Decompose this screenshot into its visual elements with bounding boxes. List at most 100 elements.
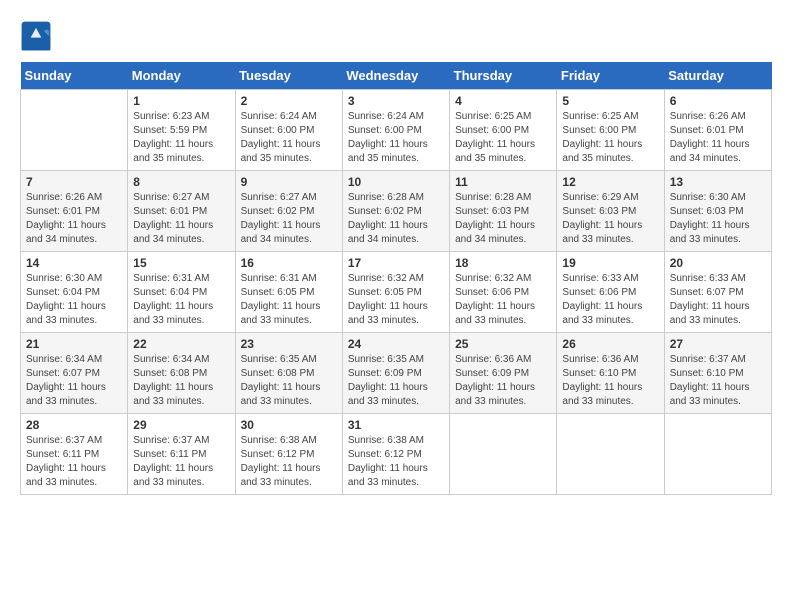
calendar-cell xyxy=(450,414,557,495)
day-info: Sunrise: 6:32 AMSunset: 6:05 PMDaylight:… xyxy=(348,272,444,328)
day-number: 30 xyxy=(241,418,337,432)
day-number: 18 xyxy=(455,256,551,270)
day-info: Sunrise: 6:25 AMSunset: 6:00 PMDaylight:… xyxy=(455,110,551,166)
day-info: Sunrise: 6:38 AMSunset: 6:12 PMDaylight:… xyxy=(348,434,444,490)
weekday-thursday: Thursday xyxy=(450,62,557,90)
logo-icon xyxy=(20,20,52,52)
calendar-cell: 3 Sunrise: 6:24 AMSunset: 6:00 PMDayligh… xyxy=(342,90,449,171)
calendar-cell: 17 Sunrise: 6:32 AMSunset: 6:05 PMDaylig… xyxy=(342,252,449,333)
day-info: Sunrise: 6:30 AMSunset: 6:03 PMDaylight:… xyxy=(670,191,766,247)
day-info: Sunrise: 6:26 AMSunset: 6:01 PMDaylight:… xyxy=(26,191,122,247)
calendar-cell: 24 Sunrise: 6:35 AMSunset: 6:09 PMDaylig… xyxy=(342,333,449,414)
day-info: Sunrise: 6:36 AMSunset: 6:10 PMDaylight:… xyxy=(562,353,658,409)
day-number: 11 xyxy=(455,175,551,189)
calendar-cell: 21 Sunrise: 6:34 AMSunset: 6:07 PMDaylig… xyxy=(21,333,128,414)
calendar-cell: 4 Sunrise: 6:25 AMSunset: 6:00 PMDayligh… xyxy=(450,90,557,171)
day-number: 16 xyxy=(241,256,337,270)
calendar-cell: 16 Sunrise: 6:31 AMSunset: 6:05 PMDaylig… xyxy=(235,252,342,333)
day-info: Sunrise: 6:27 AMSunset: 6:02 PMDaylight:… xyxy=(241,191,337,247)
day-number: 31 xyxy=(348,418,444,432)
day-number: 26 xyxy=(562,337,658,351)
calendar-cell: 6 Sunrise: 6:26 AMSunset: 6:01 PMDayligh… xyxy=(664,90,771,171)
logo xyxy=(20,20,58,52)
day-number: 2 xyxy=(241,94,337,108)
day-number: 10 xyxy=(348,175,444,189)
calendar-cell: 26 Sunrise: 6:36 AMSunset: 6:10 PMDaylig… xyxy=(557,333,664,414)
calendar-cell: 5 Sunrise: 6:25 AMSunset: 6:00 PMDayligh… xyxy=(557,90,664,171)
day-number: 28 xyxy=(26,418,122,432)
day-number: 3 xyxy=(348,94,444,108)
calendar-cell: 13 Sunrise: 6:30 AMSunset: 6:03 PMDaylig… xyxy=(664,171,771,252)
day-info: Sunrise: 6:31 AMSunset: 6:05 PMDaylight:… xyxy=(241,272,337,328)
calendar-cell: 22 Sunrise: 6:34 AMSunset: 6:08 PMDaylig… xyxy=(128,333,235,414)
day-info: Sunrise: 6:36 AMSunset: 6:09 PMDaylight:… xyxy=(455,353,551,409)
day-info: Sunrise: 6:34 AMSunset: 6:08 PMDaylight:… xyxy=(133,353,229,409)
calendar-week-3: 14 Sunrise: 6:30 AMSunset: 6:04 PMDaylig… xyxy=(21,252,772,333)
weekday-tuesday: Tuesday xyxy=(235,62,342,90)
day-info: Sunrise: 6:25 AMSunset: 6:00 PMDaylight:… xyxy=(562,110,658,166)
calendar-cell: 20 Sunrise: 6:33 AMSunset: 6:07 PMDaylig… xyxy=(664,252,771,333)
weekday-sunday: Sunday xyxy=(21,62,128,90)
day-number: 19 xyxy=(562,256,658,270)
day-number: 4 xyxy=(455,94,551,108)
day-info: Sunrise: 6:34 AMSunset: 6:07 PMDaylight:… xyxy=(26,353,122,409)
day-number: 5 xyxy=(562,94,658,108)
calendar-cell xyxy=(21,90,128,171)
day-info: Sunrise: 6:37 AMSunset: 6:10 PMDaylight:… xyxy=(670,353,766,409)
day-number: 29 xyxy=(133,418,229,432)
weekday-saturday: Saturday xyxy=(664,62,771,90)
day-info: Sunrise: 6:23 AMSunset: 5:59 PMDaylight:… xyxy=(133,110,229,166)
calendar-week-4: 21 Sunrise: 6:34 AMSunset: 6:07 PMDaylig… xyxy=(21,333,772,414)
day-info: Sunrise: 6:35 AMSunset: 6:08 PMDaylight:… xyxy=(241,353,337,409)
day-number: 13 xyxy=(670,175,766,189)
calendar-week-5: 28 Sunrise: 6:37 AMSunset: 6:11 PMDaylig… xyxy=(21,414,772,495)
weekday-monday: Monday xyxy=(128,62,235,90)
calendar-cell: 18 Sunrise: 6:32 AMSunset: 6:06 PMDaylig… xyxy=(450,252,557,333)
day-info: Sunrise: 6:24 AMSunset: 6:00 PMDaylight:… xyxy=(348,110,444,166)
day-number: 9 xyxy=(241,175,337,189)
day-number: 8 xyxy=(133,175,229,189)
day-info: Sunrise: 6:37 AMSunset: 6:11 PMDaylight:… xyxy=(26,434,122,490)
day-info: Sunrise: 6:26 AMSunset: 6:01 PMDaylight:… xyxy=(670,110,766,166)
day-number: 20 xyxy=(670,256,766,270)
calendar-cell: 7 Sunrise: 6:26 AMSunset: 6:01 PMDayligh… xyxy=(21,171,128,252)
calendar-cell: 10 Sunrise: 6:28 AMSunset: 6:02 PMDaylig… xyxy=(342,171,449,252)
day-info: Sunrise: 6:38 AMSunset: 6:12 PMDaylight:… xyxy=(241,434,337,490)
day-number: 24 xyxy=(348,337,444,351)
day-number: 14 xyxy=(26,256,122,270)
day-number: 23 xyxy=(241,337,337,351)
day-info: Sunrise: 6:30 AMSunset: 6:04 PMDaylight:… xyxy=(26,272,122,328)
calendar-week-2: 7 Sunrise: 6:26 AMSunset: 6:01 PMDayligh… xyxy=(21,171,772,252)
day-number: 7 xyxy=(26,175,122,189)
calendar-cell: 15 Sunrise: 6:31 AMSunset: 6:04 PMDaylig… xyxy=(128,252,235,333)
weekday-friday: Friday xyxy=(557,62,664,90)
calendar-cell: 30 Sunrise: 6:38 AMSunset: 6:12 PMDaylig… xyxy=(235,414,342,495)
day-number: 27 xyxy=(670,337,766,351)
day-info: Sunrise: 6:28 AMSunset: 6:03 PMDaylight:… xyxy=(455,191,551,247)
calendar-cell: 27 Sunrise: 6:37 AMSunset: 6:10 PMDaylig… xyxy=(664,333,771,414)
calendar-cell: 14 Sunrise: 6:30 AMSunset: 6:04 PMDaylig… xyxy=(21,252,128,333)
calendar-cell: 9 Sunrise: 6:27 AMSunset: 6:02 PMDayligh… xyxy=(235,171,342,252)
day-info: Sunrise: 6:35 AMSunset: 6:09 PMDaylight:… xyxy=(348,353,444,409)
day-number: 1 xyxy=(133,94,229,108)
day-info: Sunrise: 6:28 AMSunset: 6:02 PMDaylight:… xyxy=(348,191,444,247)
calendar-cell xyxy=(557,414,664,495)
calendar-cell: 23 Sunrise: 6:35 AMSunset: 6:08 PMDaylig… xyxy=(235,333,342,414)
day-number: 15 xyxy=(133,256,229,270)
day-number: 22 xyxy=(133,337,229,351)
weekday-wednesday: Wednesday xyxy=(342,62,449,90)
day-info: Sunrise: 6:31 AMSunset: 6:04 PMDaylight:… xyxy=(133,272,229,328)
calendar-table: SundayMondayTuesdayWednesdayThursdayFrid… xyxy=(20,62,772,495)
calendar-cell: 25 Sunrise: 6:36 AMSunset: 6:09 PMDaylig… xyxy=(450,333,557,414)
calendar-week-1: 1 Sunrise: 6:23 AMSunset: 5:59 PMDayligh… xyxy=(21,90,772,171)
calendar-cell: 29 Sunrise: 6:37 AMSunset: 6:11 PMDaylig… xyxy=(128,414,235,495)
weekday-header-row: SundayMondayTuesdayWednesdayThursdayFrid… xyxy=(21,62,772,90)
calendar-cell: 12 Sunrise: 6:29 AMSunset: 6:03 PMDaylig… xyxy=(557,171,664,252)
day-number: 21 xyxy=(26,337,122,351)
day-number: 12 xyxy=(562,175,658,189)
calendar-cell: 31 Sunrise: 6:38 AMSunset: 6:12 PMDaylig… xyxy=(342,414,449,495)
calendar-cell: 28 Sunrise: 6:37 AMSunset: 6:11 PMDaylig… xyxy=(21,414,128,495)
day-info: Sunrise: 6:24 AMSunset: 6:00 PMDaylight:… xyxy=(241,110,337,166)
day-info: Sunrise: 6:33 AMSunset: 6:07 PMDaylight:… xyxy=(670,272,766,328)
day-info: Sunrise: 6:37 AMSunset: 6:11 PMDaylight:… xyxy=(133,434,229,490)
